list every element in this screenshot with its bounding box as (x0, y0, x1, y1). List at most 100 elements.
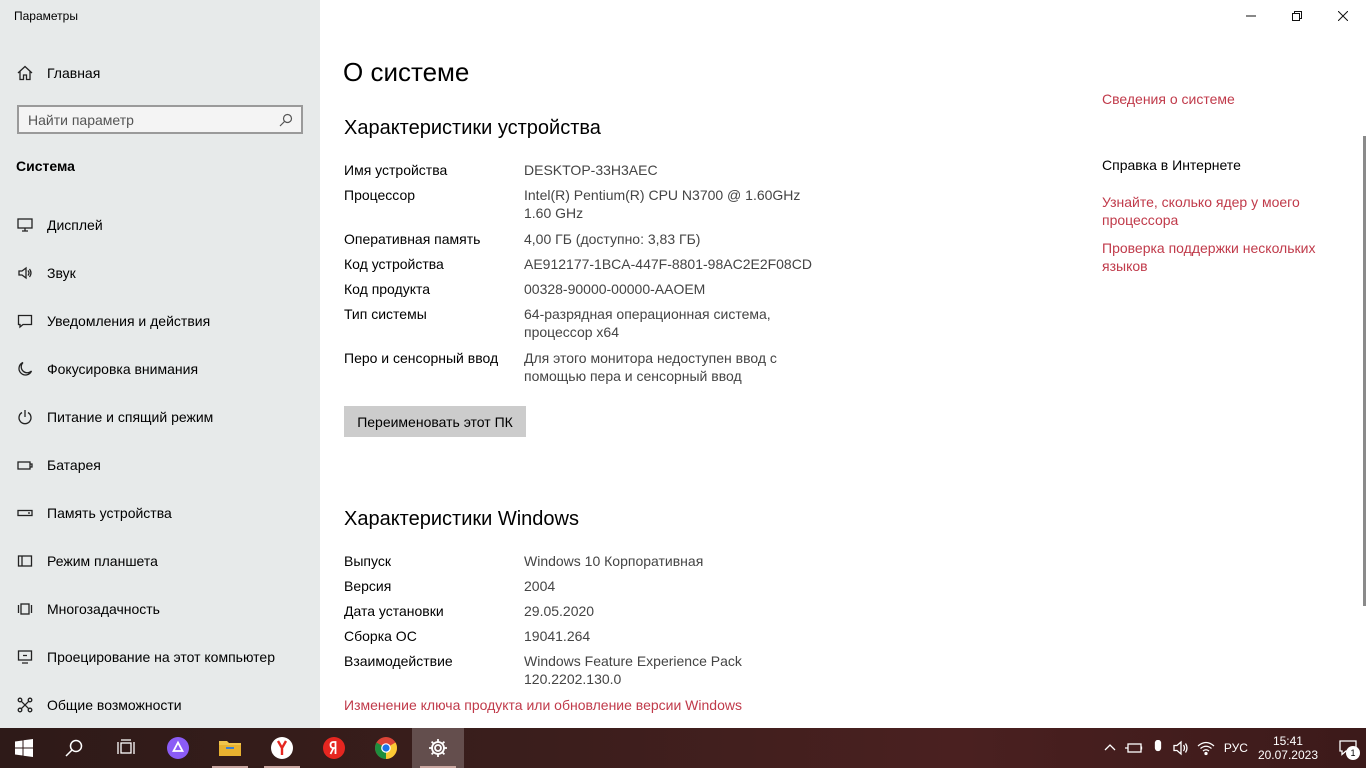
volume-icon (1173, 740, 1188, 756)
yandex-browser-icon (271, 737, 293, 759)
spec-key: Выпуск (344, 553, 391, 569)
spec-key: Сборка ОС (344, 628, 417, 644)
search-input[interactable] (28, 111, 279, 128)
change-product-key-link[interactable]: Изменение ключа продукта или обновление … (344, 697, 742, 713)
spec-value: DESKTOP-33H3AEC (524, 162, 658, 178)
search-icon[interactable] (279, 113, 293, 127)
project-icon (16, 648, 34, 666)
windows-heading: Характеристики Windows (344, 508, 579, 530)
sidebar-item-multitasking[interactable]: Многозадачность (0, 585, 320, 633)
microphone-icon (1154, 740, 1162, 752)
sidebar-item-notifications[interactable]: Уведомления и действия (0, 297, 320, 345)
home-icon (16, 64, 34, 82)
spec-key: Код устройства (344, 256, 444, 272)
device-heading: Характеристики устройства (344, 117, 601, 139)
spec-value: AE912177-1BCA-447F-8801-98AC2E2F08CD (524, 256, 812, 272)
action-center-button[interactable]: 1 (1330, 728, 1366, 768)
spec-key: Версия (344, 578, 392, 594)
languages-help-link[interactable]: Проверка поддержки нескольких языков (1102, 239, 1342, 275)
spec-row: Код продукта 00328-90000-00000-AAOEM (344, 280, 864, 305)
sidebar-item-label: Фокусировка внимания (47, 361, 199, 377)
rename-pc-button[interactable]: Переименовать этот ПК (344, 406, 526, 437)
taskbar-search-button[interactable] (48, 728, 100, 768)
search-icon (65, 739, 83, 757)
main-content: О системе Характеристики устройства Имя … (320, 0, 1366, 728)
sidebar-item-focus[interactable]: Фокусировка внимания (0, 345, 320, 393)
chrome-button[interactable] (360, 728, 412, 768)
spec-row: Выпуск Windows 10 Корпоративная (344, 552, 864, 577)
yandex-browser-button[interactable] (256, 728, 308, 768)
task-view-button[interactable] (100, 728, 152, 768)
sidebar-item-storage[interactable]: Память устройства (0, 489, 320, 537)
sidebar-item-label: Звук (47, 265, 76, 281)
system-info-link[interactable]: Сведения о системе (1102, 90, 1342, 108)
spec-row: Перо и сенсорный ввод Для этого монитора… (344, 349, 864, 393)
restore-button[interactable] (1274, 0, 1320, 32)
tablet-icon (16, 552, 34, 570)
related-settings: Сведения о системе (1102, 90, 1342, 108)
spec-value: Для этого монитора недоступен ввод с пом… (524, 350, 777, 384)
search-box[interactable] (17, 105, 303, 134)
nav-home-label: Главная (47, 65, 101, 81)
sidebar-item-label: Питание и спящий режим (47, 409, 214, 425)
spec-row: Процессор Intel(R) Pentium(R) CPU N3700 … (344, 186, 864, 230)
alice-button[interactable] (152, 728, 204, 768)
sidebar-item-projecting[interactable]: Проецирование на этот компьютер (0, 633, 320, 681)
minimize-icon (1246, 15, 1256, 17)
sidebar-item-label: Проецирование на этот компьютер (47, 649, 275, 665)
settings-icon (429, 739, 447, 757)
restore-icon (1292, 11, 1302, 21)
multitask-icon (16, 600, 34, 618)
network-tray-button[interactable] (1194, 740, 1218, 756)
spec-row: Взаимодействие Windows Feature Experienc… (344, 652, 864, 696)
spec-row: Код устройства AE912177-1BCA-447F-8801-9… (344, 255, 864, 280)
spec-key: Процессор (344, 187, 416, 203)
task-view-icon (117, 739, 135, 754)
clock[interactable]: 15:41 20.07.2023 (1258, 734, 1318, 762)
chrome-icon (375, 737, 397, 759)
power-icon (16, 408, 34, 426)
spec-value: 2004 (524, 578, 556, 594)
start-icon (15, 739, 33, 757)
language-indicator[interactable]: РУС (1224, 741, 1248, 755)
taskbar: РУС 15:41 20.07.2023 1 (0, 728, 1366, 768)
microphone-tray-button[interactable] (1146, 740, 1170, 756)
sidebar-item-sound[interactable]: Звук (0, 249, 320, 297)
sidebar-item-label: Батарея (47, 457, 101, 473)
battery-icon (16, 456, 34, 474)
file-explorer-button[interactable] (204, 728, 256, 768)
volume-tray-button[interactable] (1170, 740, 1194, 756)
sidebar-item-label: Многозадачность (47, 601, 160, 617)
spec-row: Тип системы 64-разрядная операционная си… (344, 305, 864, 349)
sidebar-item-battery[interactable]: Батарея (0, 441, 320, 489)
start-button[interactable] (0, 728, 48, 768)
sidebar-item-tablet[interactable]: Режим планшета (0, 537, 320, 585)
clock-time: 15:41 (1272, 734, 1303, 748)
spec-value: 29.05.2020 (524, 603, 595, 619)
page-title: О системе (343, 57, 470, 87)
yandex-button[interactable] (308, 728, 360, 768)
sidebar-item-label: Дисплей (47, 217, 103, 233)
close-icon (1338, 11, 1348, 21)
yandex-icon (323, 737, 345, 759)
moon-icon (16, 360, 34, 378)
sidebar-item-shared[interactable]: Общие возможности (0, 681, 320, 729)
monitor-icon (16, 216, 34, 234)
window-controls (1228, 0, 1366, 32)
spec-value: 64-разрядная операционная система, проце… (524, 306, 771, 340)
show-hidden-icons-button[interactable] (1098, 742, 1122, 754)
minimize-button[interactable] (1228, 0, 1274, 32)
alice-icon (167, 737, 189, 759)
help-heading: Справка в Интернете (1102, 157, 1241, 173)
cores-help-link[interactable]: Узнайте, сколько ядер у моего процессора (1102, 193, 1342, 229)
settings-button[interactable] (412, 728, 464, 768)
nav-list: Дисплей Звук Уведомления и действия Фоку… (0, 201, 320, 729)
sidebar-item-power[interactable]: Питание и спящий режим (0, 393, 320, 441)
wifi-icon (1197, 741, 1215, 756)
close-button[interactable] (1320, 0, 1366, 32)
sidebar-item-display[interactable]: Дисплей (0, 201, 320, 249)
battery-tray-button[interactable] (1122, 741, 1146, 755)
nav-home[interactable]: Главная (0, 56, 320, 90)
spec-key: Имя устройства (344, 162, 448, 178)
battery-plugged-icon (1124, 743, 1143, 753)
